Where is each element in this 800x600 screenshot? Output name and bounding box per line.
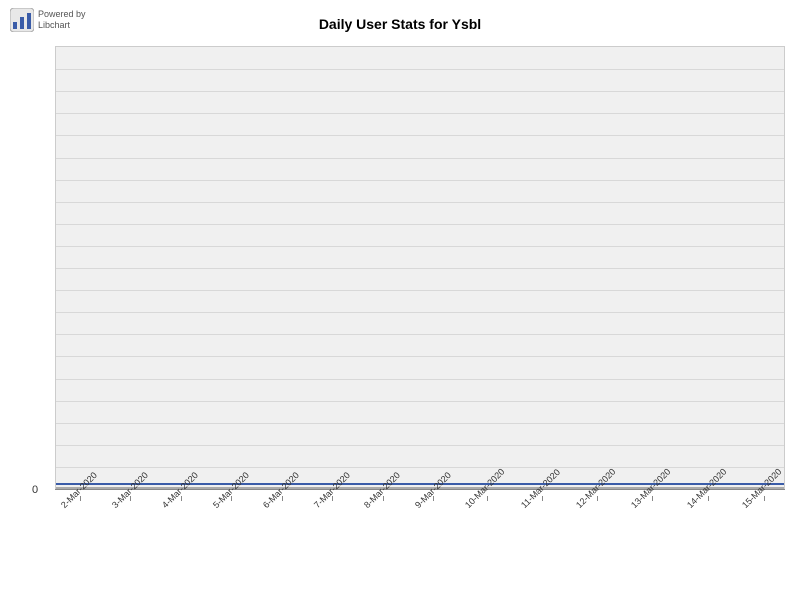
x-tick xyxy=(708,496,709,501)
y-axis-zero-label: 0 xyxy=(32,484,38,496)
x-tick xyxy=(332,496,333,501)
x-tick xyxy=(487,496,488,501)
data-line xyxy=(56,483,784,485)
x-tick xyxy=(181,496,182,501)
grid-lines xyxy=(56,47,784,489)
x-tick xyxy=(764,496,765,501)
x-tick xyxy=(282,496,283,501)
x-tick xyxy=(80,496,81,501)
x-tick xyxy=(597,496,598,501)
x-tick xyxy=(433,496,434,501)
chart-plot-area xyxy=(55,46,785,490)
x-tick xyxy=(542,496,543,501)
chart-container: Powered byLibchart Daily User Stats for … xyxy=(0,0,800,600)
x-tick xyxy=(231,496,232,501)
chart-title: Daily User Stats for Ysbl xyxy=(0,16,800,32)
x-tick xyxy=(383,496,384,501)
x-tick xyxy=(130,496,131,501)
x-axis: 2-Mar-20203-Mar-20204-Mar-20205-Mar-2020… xyxy=(55,490,785,600)
x-tick xyxy=(652,496,653,501)
